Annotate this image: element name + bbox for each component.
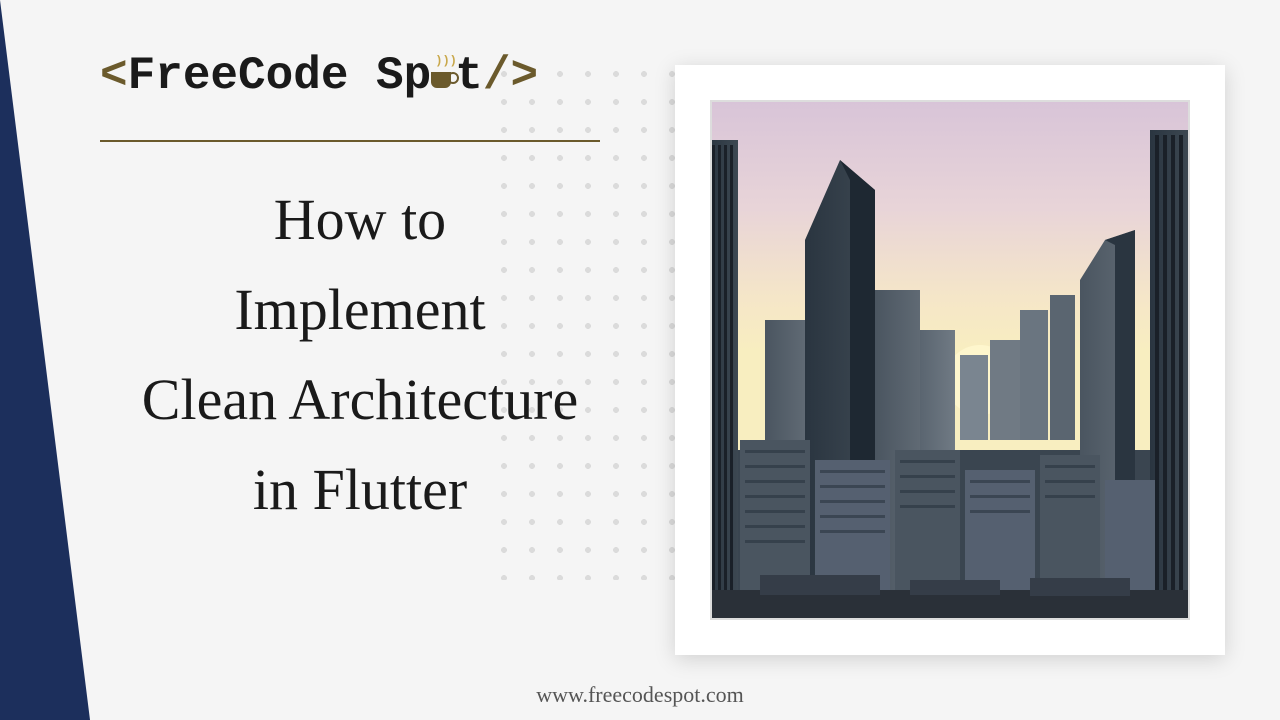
angle-bracket-close: />	[483, 50, 538, 102]
footer-url: www.freecodespot.com	[536, 682, 744, 708]
title-line-4: in Flutter	[80, 445, 640, 535]
accent-triangle	[0, 0, 90, 720]
title-line-2: Implement	[80, 265, 640, 355]
brand-logo: <FreeCode Sp)))t/>	[100, 50, 538, 102]
angle-bracket-open: <	[100, 50, 128, 102]
coffee-mug-icon: )))	[429, 62, 457, 90]
logo-underline	[100, 140, 600, 142]
logo-text-freecode: FreeCode Sp	[128, 50, 432, 102]
cityscape-image	[710, 100, 1190, 620]
logo-text-t: t	[455, 50, 483, 102]
hero-image-frame	[675, 65, 1225, 655]
title-line-1: How to	[80, 175, 640, 265]
page-title: How to Implement Clean Architecture in F…	[80, 175, 640, 535]
title-line-3: Clean Architecture	[80, 355, 640, 445]
